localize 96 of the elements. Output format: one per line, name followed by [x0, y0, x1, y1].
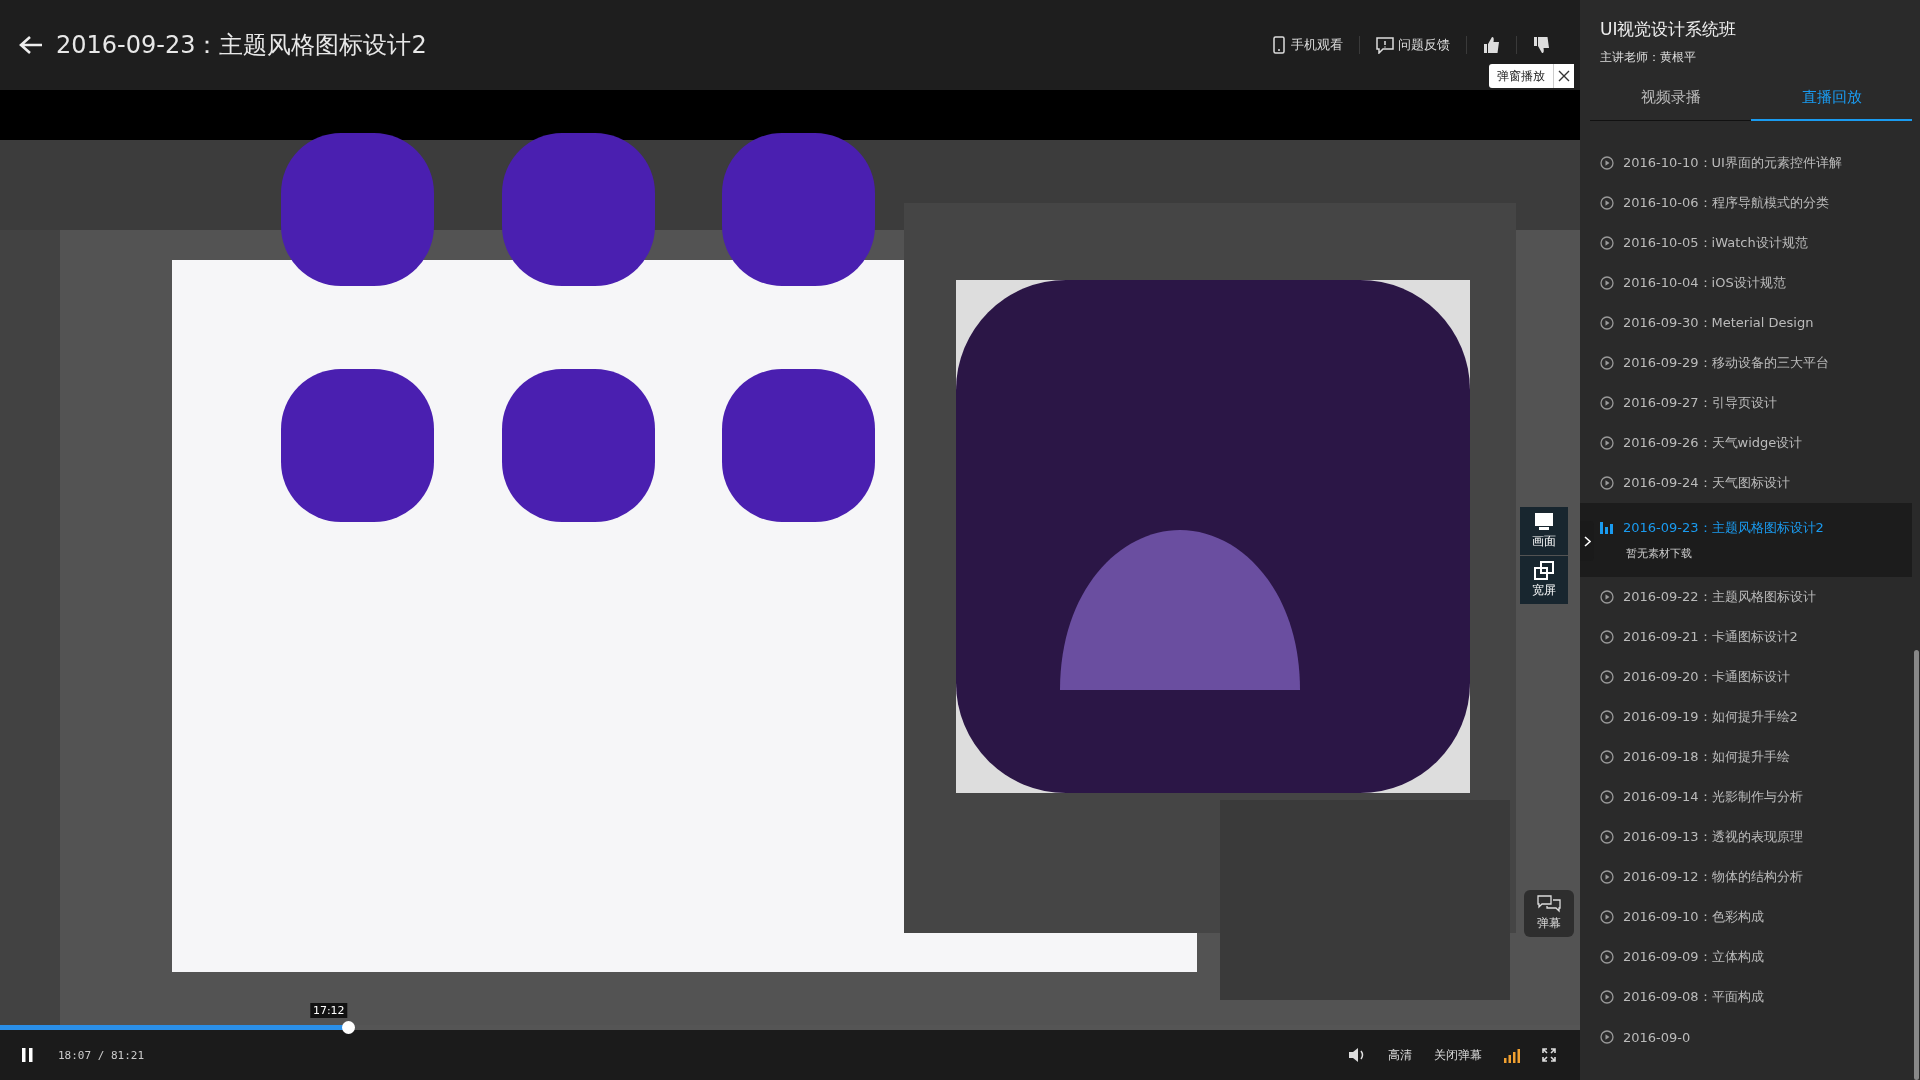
lesson-item[interactable]: 2016-09-24：天气图标设计	[1580, 463, 1912, 503]
bar-chart-icon	[1600, 522, 1614, 534]
lesson-title: 2016-09-19：如何提升手绘2	[1623, 708, 1798, 726]
lesson-title: 2016-09-30：Meterial Design	[1623, 314, 1814, 332]
play-circle-icon	[1600, 910, 1614, 924]
lesson-item[interactable]: 2016-09-23：主题风格图标设计2 暂无素材下载	[1580, 503, 1912, 577]
play-circle-icon	[1600, 476, 1614, 490]
lesson-item[interactable]: 2016-09-14：光影制作与分析	[1580, 777, 1912, 817]
lesson-item[interactable]: 2016-09-12：物体的结构分析	[1580, 857, 1912, 897]
lesson-title: 2016-09-12：物体的结构分析	[1623, 868, 1803, 886]
tab[interactable]: 视频录播	[1590, 86, 1751, 121]
quality-button[interactable]: 高清	[1388, 1046, 1412, 1064]
lesson-item[interactable]: 2016-09-30：Meterial Design	[1580, 303, 1912, 343]
play-circle-icon	[1600, 990, 1614, 1004]
lesson-title: 2016-09-10：色彩构成	[1623, 908, 1764, 926]
lesson-title: 2016-09-27：引导页设计	[1623, 394, 1777, 412]
chat-bubbles-icon	[1537, 895, 1561, 913]
play-circle-icon	[1600, 396, 1614, 410]
lesson-title: 2016-09-0	[1623, 1029, 1691, 1045]
close-button[interactable]	[1553, 64, 1574, 88]
screen-mode-button[interactable]: 画面	[1520, 507, 1568, 555]
back-arrow-icon[interactable]	[18, 34, 44, 56]
play-circle-icon	[1600, 156, 1614, 170]
lesson-item[interactable]: 2016-09-10：色彩构成	[1580, 897, 1912, 937]
play-circle-icon	[1600, 750, 1614, 764]
lesson-title: 2016-09-29：移动设备的三大平台	[1623, 354, 1829, 372]
chevron-right-icon	[1583, 535, 1591, 547]
playback-time: 18:07 / 81:21	[58, 1048, 145, 1062]
phone-icon	[1271, 36, 1287, 54]
phone-button[interactable]: 手机观看	[1265, 32, 1349, 58]
lesson-item[interactable]: 2016-10-04：iOS设计规范	[1580, 263, 1912, 303]
feedback-button[interactable]: 问题反馈	[1370, 32, 1456, 58]
lesson-title: 2016-09-21：卡通图标设计2	[1623, 628, 1798, 646]
lesson-item[interactable]: 2016-09-18：如何提升手绘	[1580, 737, 1912, 777]
play-circle-icon	[1600, 870, 1614, 884]
lesson-title: 2016-09-08：平面构成	[1623, 988, 1764, 1006]
widescreen-mode-button[interactable]: 宽屏	[1520, 556, 1568, 604]
lesson-title: 2016-09-26：天气widge设计	[1623, 434, 1803, 452]
lesson-item[interactable]: 2016-09-29：移动设备的三大平台	[1580, 343, 1912, 383]
overlapping-squares-icon	[1533, 561, 1555, 580]
lesson-title: 2016-09-09：立体构成	[1623, 948, 1764, 966]
thumbs-up-icon	[1483, 36, 1500, 54]
play-circle-icon	[1600, 790, 1614, 804]
lesson-title: 2016-10-06：程序导航模式的分类	[1623, 194, 1829, 212]
lesson-item[interactable]: 2016-09-20：卡通图标设计	[1580, 657, 1912, 697]
play-circle-icon	[1600, 830, 1614, 844]
play-circle-icon	[1600, 710, 1614, 724]
lesson-item[interactable]: 2016-09-27：引导页设计	[1580, 383, 1912, 423]
play-circle-icon	[1600, 316, 1614, 330]
course-title: UI视觉设计系统班	[1600, 18, 1737, 41]
chat-bubble-icon	[1376, 36, 1394, 54]
play-circle-icon	[1600, 590, 1614, 604]
lesson-title: 2016-10-04：iOS设计规范	[1623, 274, 1786, 292]
lesson-title: 2016-09-18：如何提升手绘	[1623, 748, 1790, 766]
lesson-title: 2016-09-14：光影制作与分析	[1623, 788, 1803, 806]
lesson-title: 2016-09-23：主题风格图标设计2	[1623, 519, 1824, 537]
lesson-title: 2016-10-05：iWatch设计规范	[1623, 234, 1808, 252]
lesson-item[interactable]: 2016-10-06：程序导航模式的分类	[1580, 183, 1912, 223]
lesson-item[interactable]: 2016-09-09：立体构成	[1580, 937, 1912, 977]
play-circle-icon	[1600, 950, 1614, 964]
lesson-item[interactable]: 2016-09-08：平面构成	[1580, 977, 1912, 1017]
play-circle-icon	[1600, 236, 1614, 250]
play-circle-icon	[1600, 670, 1614, 684]
lesson-item[interactable]: 2016-09-13：透视的表现原理	[1580, 817, 1912, 857]
lesson-item[interactable]: 2016-09-22：主题风格图标设计	[1580, 577, 1912, 617]
lesson-item[interactable]: 2016-09-0	[1580, 1017, 1912, 1057]
lesson-item[interactable]: 2016-09-19：如何提升手绘2	[1580, 697, 1912, 737]
lesson-item[interactable]: 2016-09-26：天气widge设计	[1580, 423, 1912, 463]
lesson-title: 2016-09-13：透视的表现原理	[1623, 828, 1803, 846]
hover-time-tooltip: 17:12	[309, 1003, 348, 1018]
tab[interactable]: 直播回放	[1751, 86, 1912, 121]
lesson-title: 2016-09-24：天气图标设计	[1623, 474, 1790, 492]
monitor-icon	[1533, 512, 1555, 531]
fullscreen-icon[interactable]	[1542, 1048, 1556, 1062]
danmaku-toggle[interactable]: 关闭弹幕	[1434, 1046, 1482, 1064]
video-title: 2016-09-23：主题风格图标设计2	[56, 30, 427, 61]
thumbs-down-icon	[1533, 36, 1550, 54]
play-circle-icon	[1600, 356, 1614, 370]
lesson-title: 2016-09-22：主题风格图标设计	[1623, 588, 1816, 606]
lesson-title: 2016-10-10：UI界面的元素控件详解	[1623, 154, 1842, 172]
play-circle-icon	[1600, 1030, 1614, 1044]
teacher-name: 主讲老师：黄根平	[1600, 49, 1696, 66]
download-note: 暂无素材下载	[1626, 546, 1693, 561]
lesson-item[interactable]: 2016-09-21：卡通图标设计2	[1580, 617, 1912, 657]
play-circle-icon	[1600, 630, 1614, 644]
lesson-item[interactable]: 2016-10-05：iWatch设计规范	[1580, 223, 1912, 263]
play-circle-icon	[1600, 436, 1614, 450]
play-circle-icon	[1600, 276, 1614, 290]
lesson-title: 2016-09-20：卡通图标设计	[1623, 668, 1790, 686]
lesson-item[interactable]: 2016-10-10：UI界面的元素控件详解	[1580, 143, 1912, 183]
signal-icon[interactable]	[1504, 1047, 1520, 1063]
danmaku-button[interactable]: 弹幕	[1524, 890, 1574, 937]
volume-icon[interactable]	[1348, 1047, 1366, 1063]
play-circle-icon	[1600, 196, 1614, 210]
close-icon	[1558, 70, 1570, 82]
pause-icon[interactable]	[20, 1047, 34, 1063]
